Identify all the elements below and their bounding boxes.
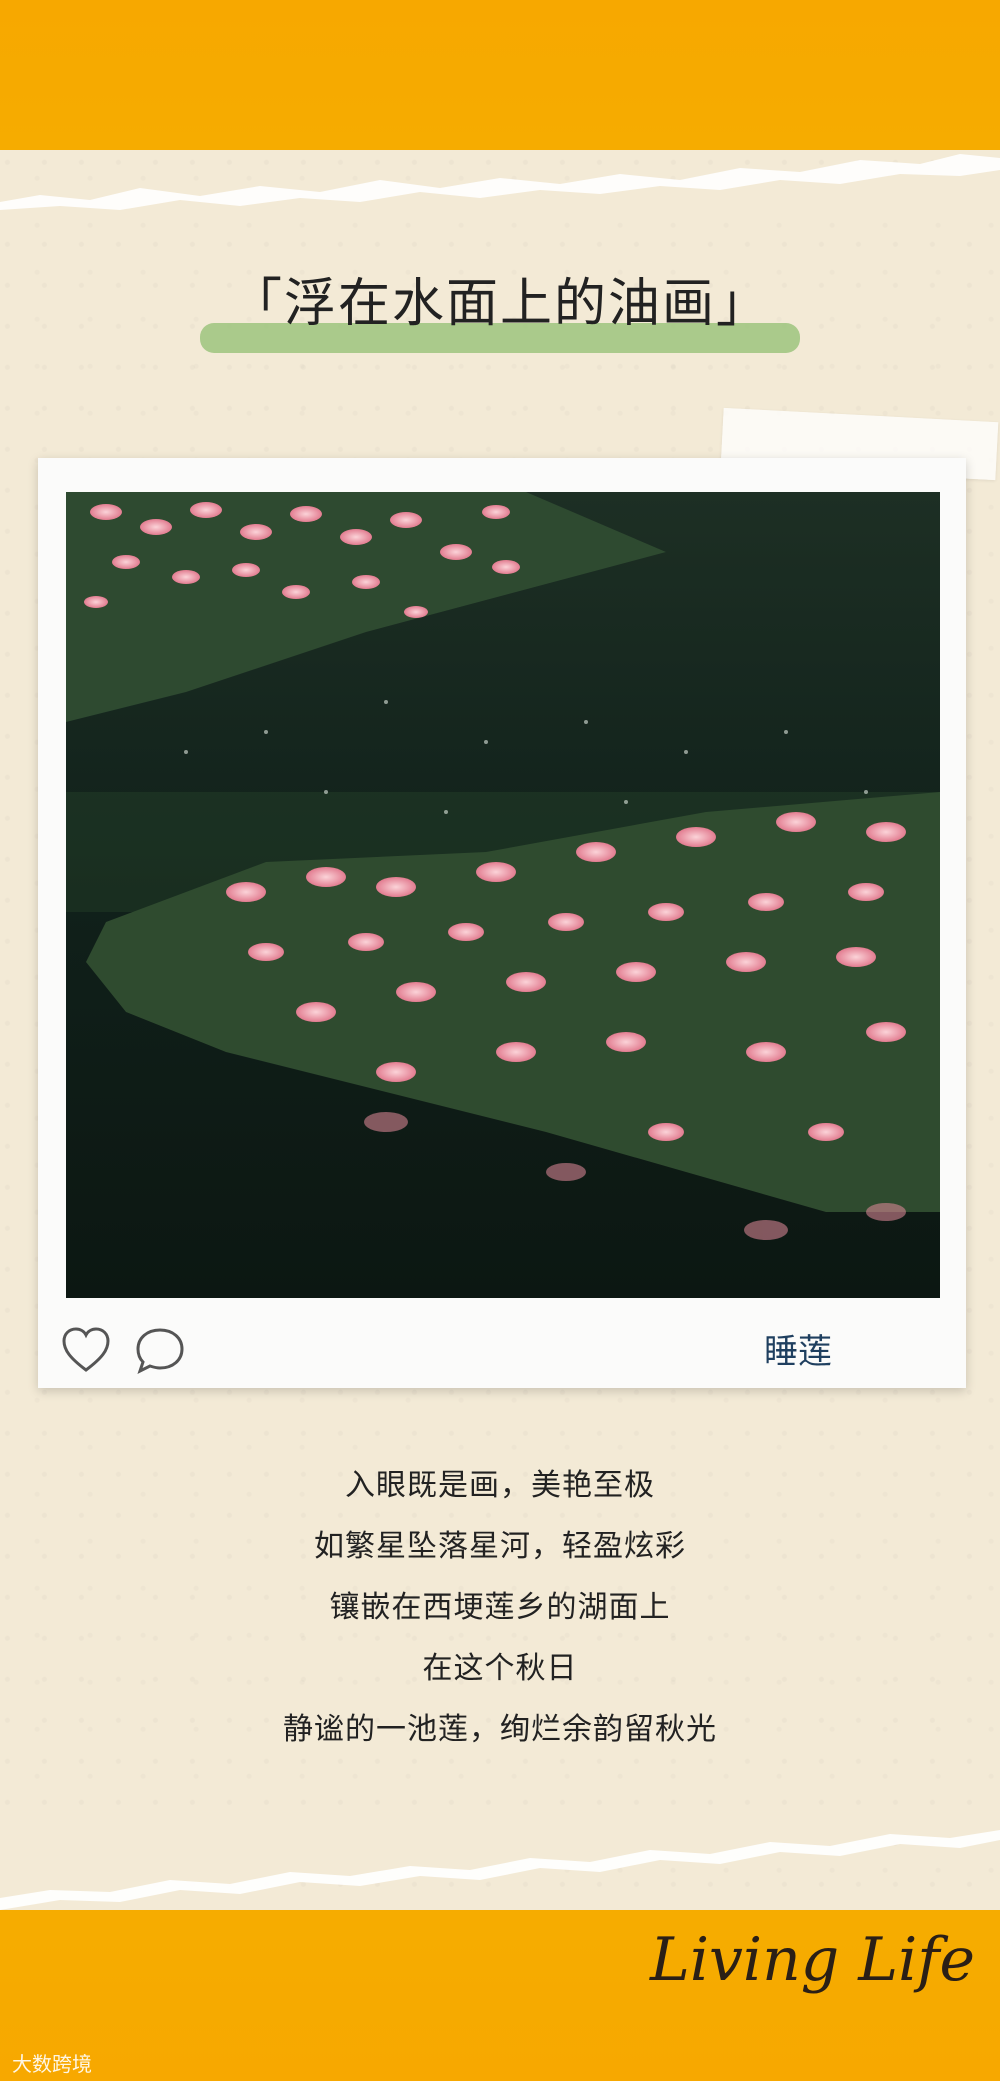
page-title: 「浮在水面上的油画」 bbox=[229, 276, 770, 333]
poem-line: 静谧的一池莲，绚烂余韵留秋光 bbox=[283, 1713, 717, 1746]
torn-paper-bottom-edge bbox=[0, 1820, 1000, 1910]
poem-line: 在这个秋日 bbox=[422, 1652, 578, 1685]
water-lily-photo bbox=[66, 492, 940, 1298]
poem-line: 如繁星坠落星河，轻盈炫彩 bbox=[314, 1530, 686, 1563]
post-caption: 睡莲 bbox=[764, 1333, 832, 1371]
post-action-bar: 睡莲 bbox=[38, 1318, 966, 1378]
poem-line: 镶嵌在西埂莲乡的湖面上 bbox=[329, 1591, 671, 1624]
heart-icon[interactable] bbox=[60, 1324, 112, 1376]
signature-text: Living Life bbox=[650, 1925, 975, 1995]
torn-paper-top-edge bbox=[0, 154, 1000, 220]
poem-line: 入眼既是画，美艳至极 bbox=[345, 1469, 655, 1502]
watermark: 大数跨境 bbox=[12, 2052, 92, 2076]
title-block: 「浮在水面上的油画」 bbox=[0, 265, 1000, 365]
poem-block: 入眼既是画，美艳至极 如繁星坠落星河，轻盈炫彩 镶嵌在西埂莲乡的湖面上 在这个秋… bbox=[0, 1455, 1000, 1760]
comment-icon[interactable] bbox=[134, 1326, 186, 1376]
post-card: 睡莲 bbox=[38, 458, 966, 1388]
